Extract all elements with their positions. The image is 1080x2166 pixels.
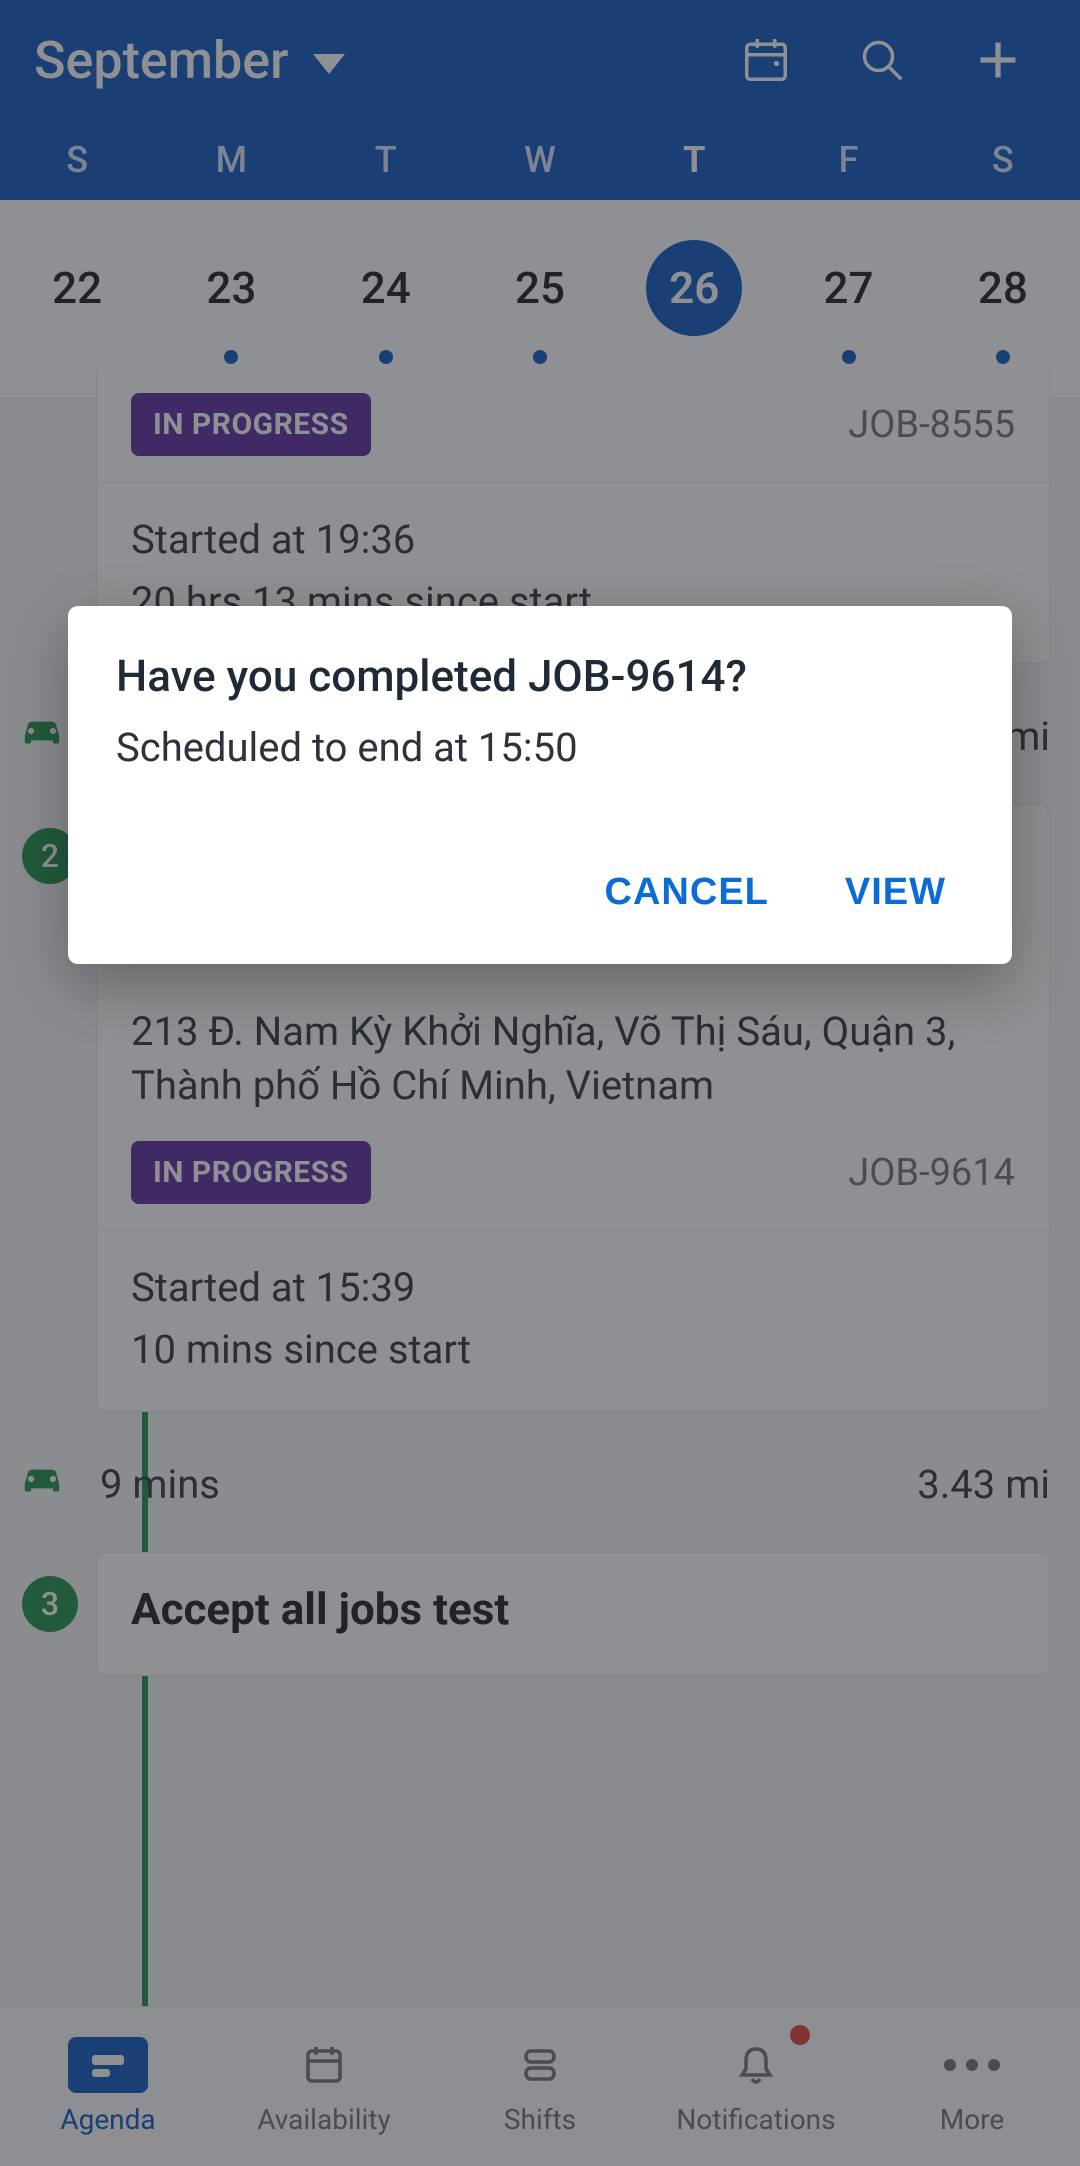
dialog-actions: CANCEL VIEW xyxy=(116,851,964,934)
app-root: September xyxy=(0,0,1080,2166)
dialog-title: Have you completed JOB-9614? xyxy=(116,650,964,702)
modal-scrim[interactable] xyxy=(0,0,1080,2166)
view-button[interactable]: VIEW xyxy=(837,851,954,934)
dialog-subtitle: Scheduled to end at 15:50 xyxy=(116,724,964,771)
cancel-button[interactable]: CANCEL xyxy=(597,851,777,934)
confirm-dialog: Have you completed JOB-9614? Scheduled t… xyxy=(68,606,1012,964)
